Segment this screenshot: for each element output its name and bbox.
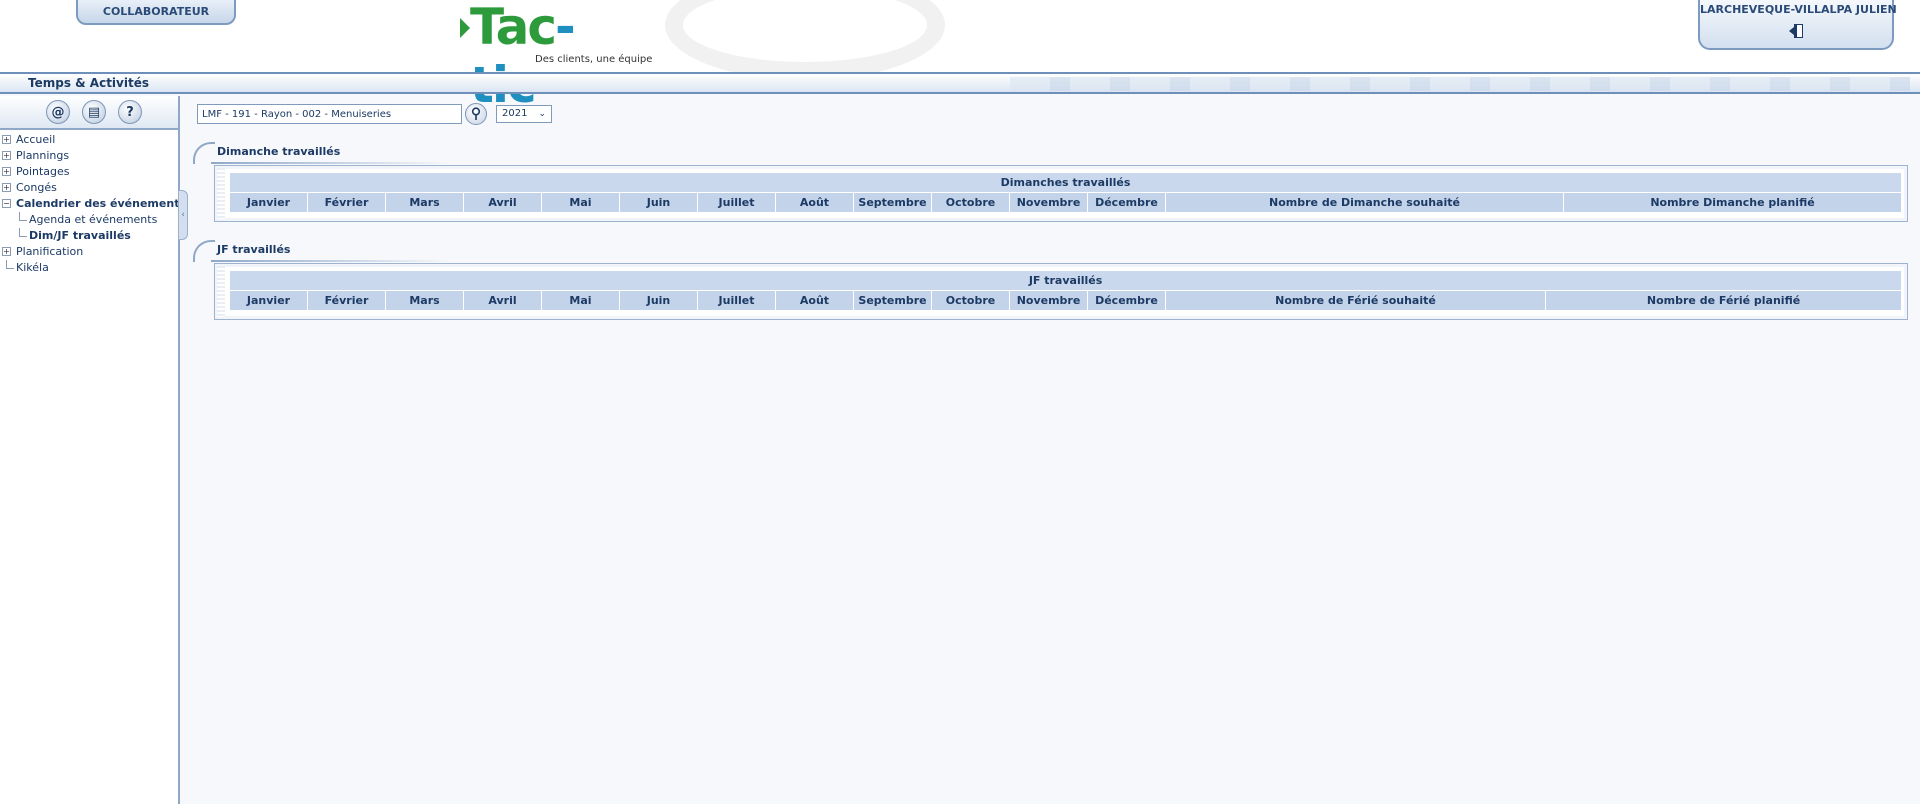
tree-item-calendrier[interactable]: − Calendrier des événements	[0, 196, 186, 212]
year-select[interactable]: 2021 ⌄	[496, 105, 552, 123]
search-key-icon[interactable]	[465, 103, 487, 125]
panel-jf: JF travaillés Janvier Février Mars Avril…	[214, 263, 1908, 320]
module-titlebar: Temps & Activités	[0, 72, 1920, 94]
column-header: Juillet	[697, 290, 776, 311]
user-name: LARCHEVEQUE-VILLALPA JULIEN	[1700, 3, 1897, 16]
panel-grip	[217, 266, 225, 317]
app-header: COLLABORATEUR Tac-tic Des clients, une é…	[0, 0, 1920, 114]
table-jf: JF travaillés Janvier Février Mars Avril…	[228, 270, 1903, 311]
tree-item-accueil[interactable]: + Accueil	[0, 132, 178, 148]
column-header: Décembre	[1087, 192, 1166, 213]
tree-item-planification[interactable]: + Planification	[0, 244, 178, 260]
table-header-row: Janvier Février Mars Avril Mai Juin Juil…	[229, 192, 1903, 213]
tab-underline	[211, 260, 451, 262]
titlebar-decoration	[1010, 77, 1910, 91]
tree-item-label: Dim/JF travaillés	[29, 229, 131, 242]
expand-icon[interactable]: +	[2, 183, 11, 192]
expand-icon[interactable]: +	[2, 167, 11, 176]
column-header: Décembre	[1087, 290, 1166, 311]
background-watermark	[665, 0, 945, 80]
tree-item-label: Calendrier des événements	[16, 197, 186, 210]
tree-item-label: Accueil	[16, 133, 56, 146]
logo-arrow-icon	[460, 18, 470, 38]
tree-item-dim-jf[interactable]: Dim/JF travaillés	[0, 228, 178, 244]
tree-item-pointages[interactable]: + Pointages	[0, 164, 178, 180]
app-logo: Tac-tic Des clients, une équipe	[460, 0, 652, 114]
tree-item-agenda[interactable]: Agenda et événements	[0, 212, 178, 228]
column-header: Mars	[385, 290, 464, 311]
column-header: Mai	[541, 290, 620, 311]
tree-item-kikela[interactable]: Kikéla	[0, 260, 178, 276]
tree-item-label: Kikéla	[16, 261, 49, 274]
column-header: Août	[775, 192, 854, 213]
tree-item-label: Congés	[16, 181, 57, 194]
chevron-down-icon: ⌄	[538, 109, 546, 119]
module-title: Temps & Activités	[28, 76, 149, 90]
sidebar-collapse-handle[interactable]: ‹	[178, 190, 188, 240]
logo-subtitle: Des clients, une équipe	[535, 54, 653, 65]
help-icon[interactable]: ?	[118, 100, 142, 124]
column-header: Nombre de Dimanche souhaité	[1165, 192, 1564, 213]
column-header: Octobre	[931, 192, 1010, 213]
expand-icon[interactable]: +	[2, 247, 11, 256]
column-header: Mars	[385, 192, 464, 213]
panel-dimanche: Dimanches travaillés Janvier Février Mar…	[214, 165, 1908, 222]
column-header: Novembre	[1009, 290, 1088, 311]
section-tab-label: Dimanche travaillés	[217, 145, 341, 158]
table-caption: JF travaillés	[228, 270, 1903, 291]
email-icon[interactable]: @	[46, 100, 70, 124]
collapse-icon[interactable]: −	[2, 199, 11, 208]
sidebar-toolbar: @ ▤ ?	[0, 96, 178, 130]
column-header: Avril	[463, 290, 542, 311]
column-header: Janvier	[229, 192, 308, 213]
column-header: Nombre de Férié souhaité	[1165, 290, 1546, 311]
column-header: Juin	[619, 192, 698, 213]
tree-connector	[19, 228, 27, 237]
column-header: Mai	[541, 192, 620, 213]
tree-item-conges[interactable]: + Congés	[0, 180, 178, 196]
tree-item-label: Planification	[16, 245, 84, 258]
role-tab[interactable]: COLLABORATEUR	[76, 0, 236, 25]
column-header: Nombre Dimanche planifié	[1562, 192, 1903, 213]
tab-underline	[211, 162, 451, 164]
column-header: Novembre	[1009, 192, 1088, 213]
table-caption: Dimanches travaillés	[228, 172, 1903, 193]
user-box: LARCHEVEQUE-VILLALPA JULIEN	[1698, 0, 1897, 50]
door-exit-icon[interactable]	[1788, 22, 1808, 40]
column-header: Janvier	[229, 290, 308, 311]
section-tab-jf[interactable]: JF travaillés	[193, 240, 451, 262]
table-header-row: Janvier Février Mars Avril Mai Juin Juil…	[229, 290, 1903, 311]
column-header: Avril	[463, 192, 542, 213]
panel-grip	[217, 168, 225, 219]
column-header: Février	[307, 290, 386, 311]
notepad-icon[interactable]: ▤	[82, 100, 106, 124]
column-header: Nombre de Férié planifié	[1544, 290, 1903, 311]
column-header: Septembre	[853, 192, 932, 213]
column-header: Août	[775, 290, 854, 311]
navigation-tree: + Accueil + Plannings + Pointages + Cong…	[0, 130, 186, 276]
tree-connector	[6, 260, 14, 269]
column-header: Septembre	[853, 290, 932, 311]
site-input[interactable]	[197, 104, 462, 124]
year-select-value: 2021	[502, 108, 528, 119]
expand-icon[interactable]: +	[2, 135, 11, 144]
tree-item-label: Agenda et événements	[29, 213, 158, 226]
section-tab-dimanche[interactable]: Dimanche travaillés	[193, 142, 451, 164]
section-tab-label: JF travaillés	[217, 243, 291, 256]
expand-icon[interactable]: +	[2, 151, 11, 160]
sidebar: @ ▤ ? + Accueil + Plannings + Pointages …	[0, 96, 186, 804]
column-header: Février	[307, 192, 386, 213]
column-header: Juin	[619, 290, 698, 311]
table-dimanche: Dimanches travaillés Janvier Février Mar…	[228, 172, 1903, 213]
tree-item-label: Plannings	[16, 149, 70, 162]
tree-connector	[19, 212, 27, 221]
tree-item-plannings[interactable]: + Plannings	[0, 148, 178, 164]
column-header: Octobre	[931, 290, 1010, 311]
column-header: Juillet	[697, 192, 776, 213]
tree-item-label: Pointages	[16, 165, 70, 178]
